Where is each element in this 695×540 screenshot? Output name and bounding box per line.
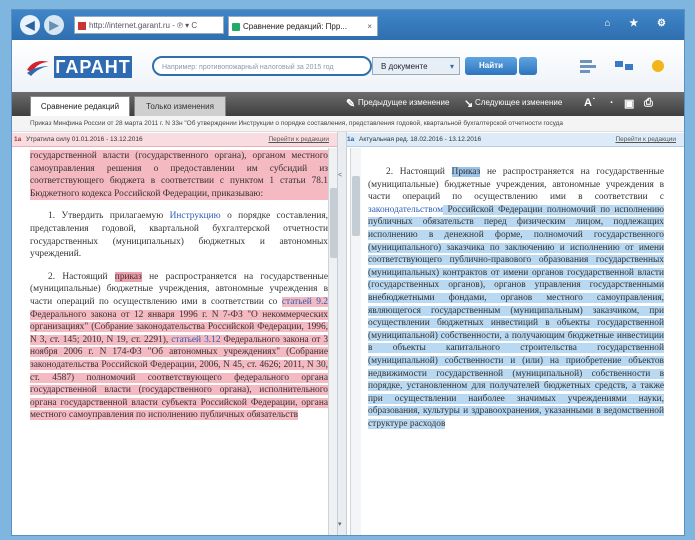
- right-edition-num: 1a: [347, 136, 355, 143]
- article-3-12-link[interactable]: статьей 3.12: [171, 335, 220, 345]
- document-title-line: Приказ Минфина России от 28 марта 2011 г…: [12, 116, 684, 132]
- left-p1-text-a: 1. Утвердить прилагаемую: [48, 211, 170, 222]
- site-favicon-icon: [78, 22, 86, 30]
- right-scrollbar[interactable]: [350, 148, 361, 535]
- prev-change-link[interactable]: Предыдущее изменение: [358, 98, 449, 107]
- right-document-pane[interactable]: 2. Настоящий Приказ не распространяется …: [364, 148, 664, 535]
- documents-icon[interactable]: [578, 58, 598, 74]
- sync-up-icon[interactable]: <: [338, 172, 342, 179]
- left-edition-label: Утратила силу 01.01.2016 - 13.12.2016: [26, 136, 143, 143]
- search-input[interactable]: Например: противопожарный налоговый за 2…: [152, 56, 372, 76]
- left-paragraph-1: 1. Утвердить прилагаемую Инструкцию о по…: [30, 210, 328, 260]
- tab-changes-only[interactable]: Только изменения: [134, 96, 226, 116]
- right-paragraph-0: 2. Настоящий Приказ не распространяется …: [368, 166, 664, 430]
- close-tab-icon[interactable]: ×: [367, 17, 372, 36]
- left-edition-header: 1a Утратила силу 01.01.2016 - 13.12.2016…: [12, 133, 337, 147]
- right-scroll-thumb[interactable]: [352, 176, 360, 236]
- print-icon[interactable]: ⎙: [644, 97, 653, 110]
- left-p2-text-a: 2. Настоящий: [48, 271, 115, 282]
- back-button[interactable]: ◀: [20, 15, 40, 35]
- left-paragraph-0: государственной власти (государственного…: [30, 150, 328, 201]
- left-paragraph-2: 2. Настоящий приказ не распространяется …: [30, 271, 328, 422]
- tab-compare[interactable]: Сравнение редакций: [30, 96, 130, 116]
- forward-button[interactable]: ▶: [44, 15, 64, 35]
- scope-value: В документе: [381, 62, 428, 71]
- article-9-2-link[interactable]: статьей 9.2: [282, 297, 328, 307]
- browser-bar: ◀ ▶ http://internet.garant.ru - ℗ ▾ C Ср…: [12, 10, 684, 40]
- instruction-link[interactable]: Инструкцию: [170, 211, 221, 221]
- right-edition-label: Актуальная ред. 18.02.2016 - 13.12.2016: [359, 136, 482, 143]
- font-size-icon[interactable]: A˙: [584, 97, 596, 109]
- browser-tab[interactable]: Сравнение редакций: Прр... ×: [228, 16, 378, 36]
- left-edition-num: 1a: [14, 136, 22, 143]
- find-button[interactable]: Найти: [465, 57, 517, 75]
- save-icon[interactable]: ▣: [624, 97, 634, 110]
- left-goto-link[interactable]: Перейти к редакции: [268, 133, 329, 146]
- pencil-icon: ✎: [346, 98, 356, 110]
- right-p0-text-a: 2. Настоящий: [386, 167, 452, 177]
- right-p0-text-c: Российской Федерации полномочий по испол…: [368, 204, 664, 429]
- left-p2-text-d: Федерального закона от 3 ноября 2006 г. …: [30, 334, 328, 421]
- left-document-pane[interactable]: государственной власти (государственного…: [26, 148, 328, 535]
- search-options-button[interactable]: [519, 57, 537, 75]
- app-window: ◀ ▶ http://internet.garant.ru - ℗ ▾ C Ср…: [12, 10, 684, 535]
- chevron-down-icon: ▾: [449, 62, 454, 71]
- star-icon[interactable]: [648, 58, 668, 74]
- tab-title: Сравнение редакций: Прр...: [243, 22, 347, 31]
- browser-tools[interactable]: ⌂ ★ ⚙: [604, 18, 674, 29]
- logo-wordmark: ГАРАНТ: [54, 56, 132, 78]
- changed-word-left: приказ: [114, 271, 142, 282]
- address-text: http://internet.garant.ru - ℗ ▾ C: [89, 21, 198, 30]
- search-scope-select[interactable]: В документе ▾: [372, 57, 460, 75]
- address-bar[interactable]: http://internet.garant.ru - ℗ ▾ C: [74, 16, 224, 34]
- app-header: ГАРАНТ Например: противопожарный налогов…: [12, 40, 684, 93]
- right-goto-link[interactable]: Перейти к редакции: [615, 133, 676, 146]
- garant-logo[interactable]: ГАРАНТ: [26, 50, 136, 82]
- right-edition-header: 1a Актуальная ред. 18.02.2016 - 13.12.20…: [345, 133, 684, 147]
- compare-toolbar: Сравнение редакций Только изменения ✎ Пр…: [12, 92, 684, 116]
- pane-divider[interactable]: < ▾: [337, 132, 347, 535]
- next-change-link[interactable]: Следующее изменение: [475, 98, 562, 107]
- logo-swoosh-icon: [27, 61, 49, 76]
- cards-icon[interactable]: [614, 58, 634, 74]
- sync-down-icon[interactable]: ▾: [338, 520, 342, 528]
- arrow-icon: ↘: [464, 98, 474, 110]
- tab-favicon-icon: [232, 23, 240, 31]
- legislation-link[interactable]: законодательством: [368, 205, 443, 215]
- dot-icon[interactable]: ·: [610, 97, 614, 109]
- changed-word-right: Приказ: [451, 167, 481, 177]
